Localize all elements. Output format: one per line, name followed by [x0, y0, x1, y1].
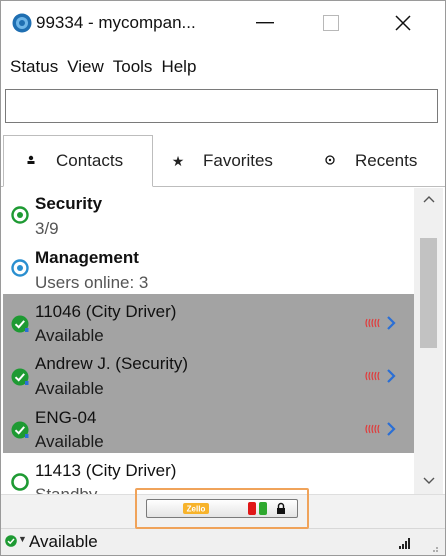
list-item[interactable]: 11046 (City Driver) Available: [3, 294, 414, 347]
minimize-button[interactable]: [237, 1, 293, 45]
menu-bar: Status View Tools Help: [1, 55, 201, 79]
person-icon: [24, 154, 38, 168]
resize-grip-icon[interactable]: [429, 543, 439, 553]
scroll-up-icon[interactable]: [422, 194, 436, 204]
list-item[interactable]: Andrew J. (Security) Available: [3, 347, 414, 400]
maximize-button[interactable]: [303, 1, 359, 45]
available-icon: [11, 368, 29, 386]
chevron-right-icon[interactable]: [386, 316, 396, 330]
close-button[interactable]: [375, 1, 431, 45]
channel-online-icon: [11, 259, 29, 277]
zello-window: 99334 - mycompan... Status View Tools He…: [0, 0, 446, 556]
status-led-red: [248, 502, 256, 515]
available-status-icon[interactable]: [5, 535, 17, 547]
signal-strength-icon: [399, 538, 410, 549]
clock-icon: [323, 154, 337, 168]
menu-status[interactable]: Status: [1, 55, 63, 79]
list-scrollbar[interactable]: [414, 188, 443, 494]
standby-icon: [11, 473, 29, 491]
close-icon: [395, 15, 411, 31]
tab-contacts[interactable]: Contacts: [3, 135, 153, 187]
contact-list: Security 3/9 Management Users online: 3 …: [3, 188, 414, 494]
contact-status-text: Standby: [35, 485, 97, 494]
scroll-down-icon[interactable]: [422, 476, 436, 486]
tab-recents[interactable]: Recents: [323, 135, 417, 187]
contact-status-text: 3/9: [35, 219, 59, 238]
contact-status-text: Available: [35, 326, 104, 345]
contact-name: Security: [35, 194, 103, 213]
talk-signal-icon: [365, 424, 380, 434]
menu-view[interactable]: View: [63, 55, 109, 79]
tab-favorites-label: Favorites: [203, 151, 273, 170]
star-icon: ★: [171, 152, 185, 169]
maximize-icon: [323, 15, 339, 31]
menu-tools[interactable]: Tools: [109, 55, 158, 79]
zello-logo-icon: Zello: [183, 503, 209, 514]
contact-name: Management: [35, 248, 139, 267]
contact-status-text: Available: [35, 379, 104, 398]
contact-name: 11046 (City Driver): [35, 302, 177, 321]
contact-status-text: Users online: 3: [35, 273, 149, 292]
talk-signal-icon: [365, 318, 380, 328]
status-dropdown-caret-icon[interactable]: ▼: [18, 534, 27, 544]
contact-name: 11413 (City Driver): [35, 461, 177, 480]
status-bar: ▼ Available: [1, 528, 445, 555]
push-to-talk-button[interactable]: Zello: [146, 499, 298, 518]
contact-name: Andrew J. (Security): [35, 354, 189, 373]
status-led-green: [259, 502, 267, 515]
window-title: 99334 - mycompan...: [36, 13, 196, 32]
scrollbar-thumb[interactable]: [420, 238, 437, 348]
available-icon: [11, 421, 29, 439]
lock-icon: [277, 502, 285, 514]
list-item[interactable]: ENG-04 Available: [3, 400, 414, 453]
tab-contacts-label: Contacts: [56, 151, 124, 170]
list-item[interactable]: Management Users online: 3: [3, 240, 414, 292]
svg-text:Zello: Zello: [187, 505, 206, 514]
minimize-icon: [256, 22, 274, 24]
chevron-right-icon[interactable]: [386, 422, 396, 436]
menu-help[interactable]: Help: [157, 55, 201, 79]
title-bar: 99334 - mycompan...: [1, 1, 445, 45]
zello-app-icon: [12, 13, 32, 33]
talk-signal-icon: [365, 371, 380, 381]
channel-online-icon: [11, 206, 29, 224]
tab-recents-label: Recents: [355, 151, 418, 170]
status-label[interactable]: Available: [29, 532, 98, 552]
contact-status-text: Available: [35, 432, 104, 451]
list-item[interactable]: Security 3/9: [3, 188, 414, 240]
tab-favorites[interactable]: ★ Favorites: [171, 135, 273, 187]
search-box: [5, 89, 438, 123]
search-input[interactable]: [6, 90, 437, 122]
available-icon: [11, 315, 29, 333]
contact-name: ENG-04: [35, 408, 97, 427]
chevron-right-icon[interactable]: [386, 369, 396, 383]
